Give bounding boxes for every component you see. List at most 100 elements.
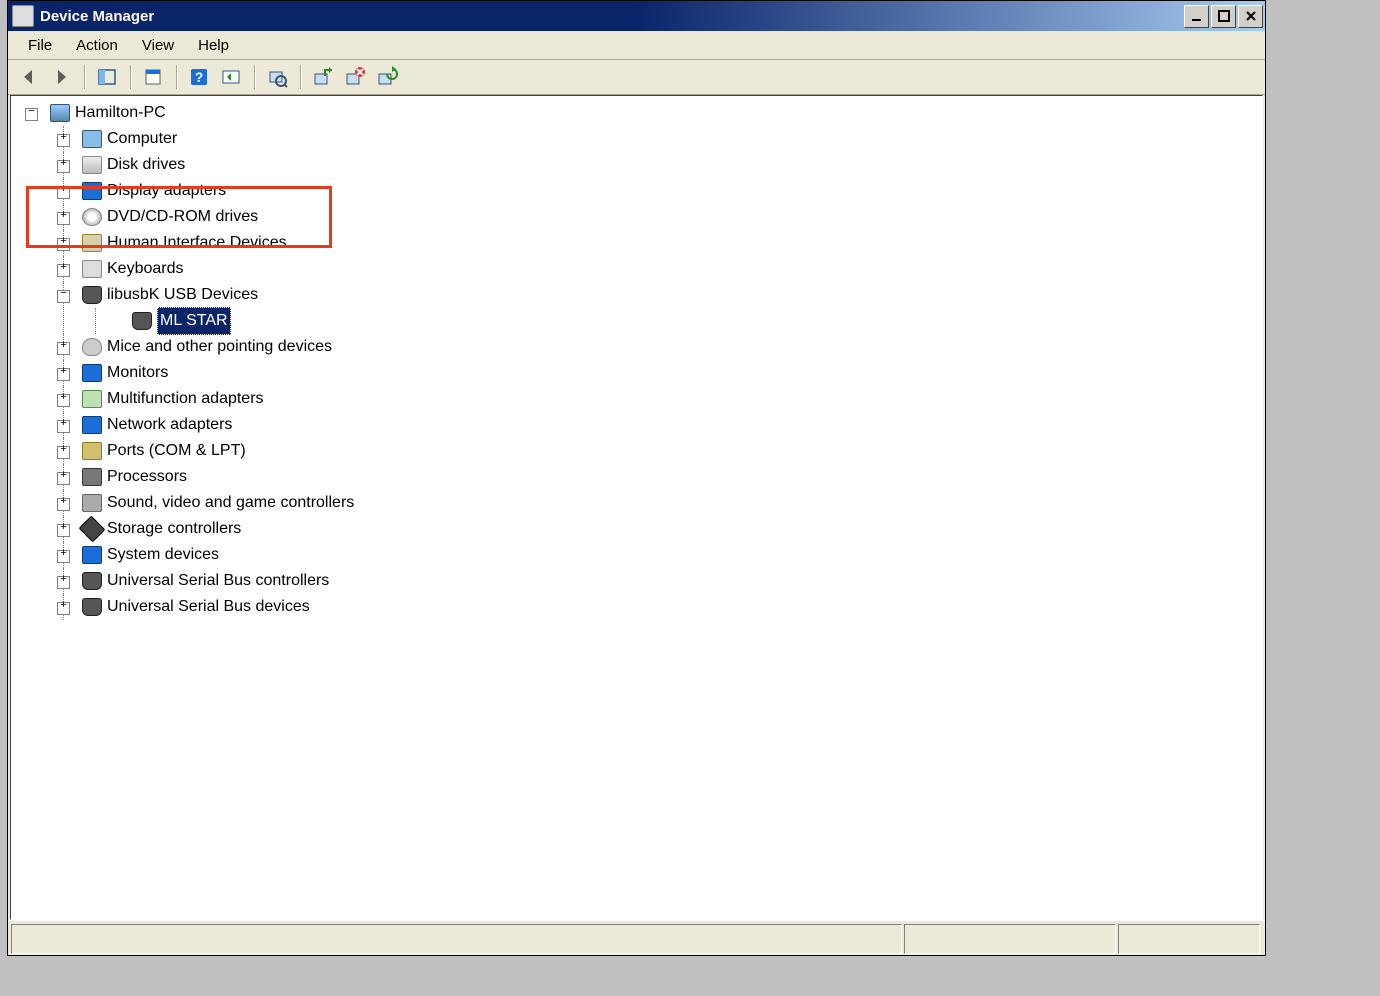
expand-icon[interactable] [57, 264, 70, 277]
maximize-button[interactable] [1211, 5, 1236, 28]
help-button[interactable]: ? [184, 62, 214, 92]
expand-icon[interactable] [57, 238, 70, 251]
tree-node[interactable]: Universal Serial Bus devices [49, 594, 1256, 620]
tree-node-label[interactable]: Keyboards [107, 256, 184, 282]
forward-button[interactable] [46, 62, 76, 92]
minimize-button[interactable] [1184, 5, 1209, 28]
expand-icon[interactable] [57, 186, 70, 199]
usb-icon [81, 597, 103, 617]
collapse-icon[interactable] [57, 290, 70, 303]
menu-action[interactable]: Action [64, 34, 130, 57]
expand-icon[interactable] [57, 160, 70, 173]
tree-node-label[interactable]: System devices [107, 542, 219, 568]
collapse-icon[interactable] [25, 108, 38, 121]
monitor-icon [81, 363, 103, 383]
disable-device-button[interactable] [340, 62, 370, 92]
tree-node[interactable]: Disk drives [49, 152, 1256, 178]
expand-icon[interactable] [57, 446, 70, 459]
kbd-icon [81, 259, 103, 279]
mouse-icon [81, 337, 103, 357]
tree-node[interactable]: Human Interface Devices [49, 230, 1256, 256]
tree-node-label[interactable]: Disk drives [107, 152, 185, 178]
tree-node-label[interactable]: Mice and other pointing devices [107, 334, 332, 360]
show-hide-tree-button[interactable] [92, 62, 122, 92]
tree-node-label[interactable]: libusbK USB Devices [107, 282, 258, 308]
sys-icon [81, 545, 103, 565]
tree-node[interactable]: System devices [49, 542, 1256, 568]
back-button[interactable] [14, 62, 44, 92]
tree-node[interactable]: Monitors [49, 360, 1256, 386]
device-tree[interactable]: Hamilton-PC ComputerDisk drivesDisplay a… [17, 100, 1256, 620]
tree-node-label[interactable]: DVD/CD-ROM drives [107, 204, 258, 230]
expand-icon[interactable] [57, 576, 70, 589]
title-bar[interactable]: Device Manager [8, 1, 1265, 31]
tree-node-label[interactable]: Network adapters [107, 412, 232, 438]
tree-node[interactable]: Computer [49, 126, 1256, 152]
expand-icon[interactable] [57, 602, 70, 615]
tree-root[interactable]: Hamilton-PC ComputerDisk drivesDisplay a… [17, 100, 1256, 620]
cpu-icon [81, 467, 103, 487]
computer-icon [81, 129, 103, 149]
scan-hardware-button[interactable] [262, 62, 292, 92]
toolbar-separator [300, 65, 302, 89]
toolbar-separator [84, 65, 86, 89]
expand-icon[interactable] [57, 368, 70, 381]
expand-icon[interactable] [57, 524, 70, 537]
tree-node-label[interactable]: Display adapters [107, 178, 226, 204]
root-label[interactable]: Hamilton-PC [75, 100, 166, 126]
tree-node-label[interactable]: Sound, video and game controllers [107, 490, 354, 516]
tree-node[interactable]: Mice and other pointing devices [49, 334, 1256, 360]
tree-node[interactable]: Processors [49, 464, 1256, 490]
menu-help[interactable]: Help [186, 34, 241, 57]
tree-node[interactable]: Sound, video and game controllers [49, 490, 1256, 516]
tree-node-label[interactable]: Universal Serial Bus controllers [107, 568, 329, 594]
tree-node[interactable]: Network adapters [49, 412, 1256, 438]
close-button[interactable] [1238, 5, 1263, 28]
tree-node-label[interactable]: Computer [107, 126, 177, 152]
tree-node[interactable]: Universal Serial Bus controllers [49, 568, 1256, 594]
hid-icon [81, 233, 103, 253]
expand-icon[interactable] [57, 134, 70, 147]
ports-icon [81, 441, 103, 461]
tree-node[interactable]: Storage controllers [49, 516, 1256, 542]
disk-icon [81, 155, 103, 175]
toolbar-separator [176, 65, 178, 89]
expand-icon[interactable] [57, 394, 70, 407]
status-panel-2 [904, 924, 1116, 954]
menu-file[interactable]: File [16, 34, 64, 57]
svg-text:?: ? [195, 69, 204, 85]
tree-leaf-label[interactable]: ML STAR [157, 307, 231, 335]
tree-node[interactable]: Display adapters [49, 178, 1256, 204]
tree-node[interactable]: Keyboards [49, 256, 1256, 282]
expand-icon[interactable] [57, 212, 70, 225]
menu-bar: File Action View Help [8, 31, 1265, 60]
tree-leaf[interactable]: ML STAR [81, 308, 1256, 334]
expand-icon[interactable] [57, 498, 70, 511]
tree-node[interactable]: libusbK USB DevicesML STAR [49, 282, 1256, 334]
tree-node[interactable]: Multifunction adapters [49, 386, 1256, 412]
tree-node-label[interactable]: Multifunction adapters [107, 386, 264, 412]
tree-node-label[interactable]: Universal Serial Bus devices [107, 594, 310, 620]
toolbar: ? [8, 60, 1265, 95]
tree-node[interactable]: DVD/CD-ROM drives [49, 204, 1256, 230]
sound-icon [81, 493, 103, 513]
tree-node-label[interactable]: Processors [107, 464, 187, 490]
menu-view[interactable]: View [130, 34, 186, 57]
tree-node[interactable]: Ports (COM & LPT) [49, 438, 1256, 464]
usb-icon [81, 285, 103, 305]
usb-icon [81, 571, 103, 591]
expand-icon[interactable] [57, 550, 70, 563]
display-icon [81, 181, 103, 201]
tree-node-label[interactable]: Ports (COM & LPT) [107, 438, 246, 464]
update-driver-button[interactable] [372, 62, 402, 92]
properties-button[interactable] [138, 62, 168, 92]
expand-icon[interactable] [57, 342, 70, 355]
tree-node-label[interactable]: Human Interface Devices [107, 230, 287, 256]
expand-icon[interactable] [57, 472, 70, 485]
tree-node-label[interactable]: Storage controllers [107, 516, 241, 542]
device-tree-panel[interactable]: Hamilton-PC ComputerDisk drivesDisplay a… [10, 95, 1263, 920]
enable-device-button[interactable] [308, 62, 338, 92]
action-button[interactable] [216, 62, 246, 92]
tree-node-label[interactable]: Monitors [107, 360, 168, 386]
expand-icon[interactable] [57, 420, 70, 433]
